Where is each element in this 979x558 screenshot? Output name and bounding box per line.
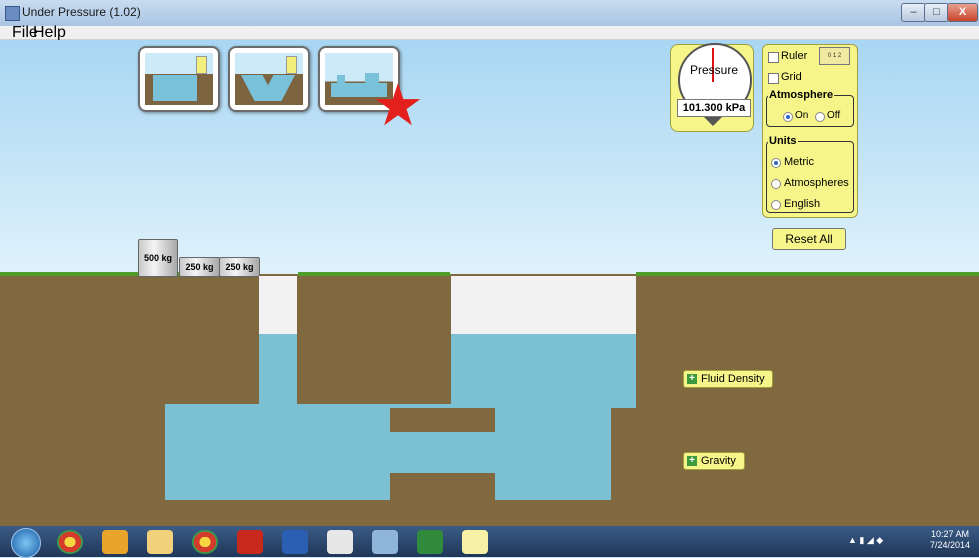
excel-icon[interactable] bbox=[417, 530, 443, 554]
outlook-icon[interactable] bbox=[102, 530, 128, 554]
units-title: Units bbox=[768, 135, 798, 147]
left-column-air bbox=[259, 276, 297, 334]
atmosphere-off-label: Off bbox=[827, 110, 841, 121]
chamber-divider-top bbox=[390, 408, 495, 432]
grid-checkbox[interactable] bbox=[768, 73, 779, 84]
menu-help[interactable]: Help bbox=[33, 25, 66, 41]
java-icon bbox=[5, 6, 20, 21]
word-icon[interactable] bbox=[282, 530, 308, 554]
clock-time: 10:27 AM bbox=[930, 529, 970, 539]
units-metric-label: Metric bbox=[784, 156, 814, 168]
units-atmospheres-radio[interactable] bbox=[771, 179, 781, 189]
plus-icon: + bbox=[687, 456, 697, 467]
java-app-icon[interactable] bbox=[327, 530, 353, 554]
pdf-icon[interactable] bbox=[237, 530, 263, 554]
minimize-button[interactable]: – bbox=[901, 3, 926, 22]
units-atmospheres-label: Atmospheres bbox=[784, 177, 849, 189]
menu-bar bbox=[0, 26, 979, 40]
grid-label: Grid bbox=[781, 71, 802, 83]
clock[interactable]: 10:27 AM 7/24/2014 bbox=[924, 529, 976, 551]
scene-thumbnail-square-pool[interactable] bbox=[138, 46, 220, 112]
left-column-water bbox=[259, 334, 297, 406]
maximize-button[interactable]: □ bbox=[924, 3, 949, 22]
star-icon: ★ bbox=[372, 73, 424, 138]
chrome-icon[interactable] bbox=[192, 530, 218, 554]
grass-strip bbox=[298, 272, 450, 276]
gravity-label: Gravity bbox=[701, 455, 736, 467]
gauge-readout: 101.300 kPa bbox=[677, 99, 751, 117]
windows-start-icon[interactable] bbox=[11, 528, 41, 558]
clock-date: 7/24/2014 bbox=[929, 540, 971, 550]
gauge-label: Pressure bbox=[689, 63, 739, 77]
notepad-icon[interactable] bbox=[462, 530, 488, 554]
ruler-icon: 0 1 2 bbox=[819, 47, 850, 65]
atmosphere-on-radio[interactable] bbox=[783, 112, 793, 122]
grass-strip bbox=[636, 272, 979, 276]
units-english-label: English bbox=[784, 198, 821, 210]
reset-all-button[interactable]: Reset All bbox=[772, 228, 846, 250]
right-column-air bbox=[451, 276, 636, 334]
plus-icon: + bbox=[687, 374, 697, 385]
atmosphere-off-radio[interactable] bbox=[815, 112, 825, 122]
gauge-pointer bbox=[704, 117, 722, 126]
ruler-checkbox[interactable] bbox=[768, 52, 779, 63]
title-bar bbox=[0, 0, 979, 27]
units-english-radio[interactable] bbox=[771, 200, 781, 210]
chamber-divider-bottom bbox=[390, 473, 495, 500]
right-column-water bbox=[451, 334, 636, 408]
window-title: Under Pressure (1.02) bbox=[22, 5, 141, 19]
atmosphere-title: Atmosphere bbox=[768, 89, 835, 101]
right-chamber-water bbox=[495, 408, 611, 500]
chrome-icon[interactable] bbox=[57, 530, 83, 554]
system-tray[interactable]: ▲ ▮ ◢ ◆ bbox=[848, 535, 883, 546]
close-button[interactable]: X bbox=[947, 3, 978, 22]
weight-250kg[interactable]: 250 kg bbox=[219, 257, 260, 277]
weight-250kg[interactable]: 250 kg bbox=[179, 257, 220, 277]
atmosphere-on-label: On bbox=[795, 110, 809, 121]
units-metric-radio[interactable] bbox=[771, 158, 781, 168]
explorer-icon[interactable] bbox=[147, 530, 173, 554]
weight-500kg[interactable]: 500 kg bbox=[138, 239, 178, 277]
gravity-control[interactable]: + Gravity bbox=[683, 452, 745, 470]
fluid-density-label: Fluid Density bbox=[701, 373, 765, 385]
scene-thumbnail-trapezoid-pool[interactable] bbox=[228, 46, 310, 112]
fluid-density-control[interactable]: + Fluid Density bbox=[683, 370, 773, 388]
paint-icon[interactable] bbox=[372, 530, 398, 554]
ruler-label: Ruler bbox=[781, 50, 808, 62]
